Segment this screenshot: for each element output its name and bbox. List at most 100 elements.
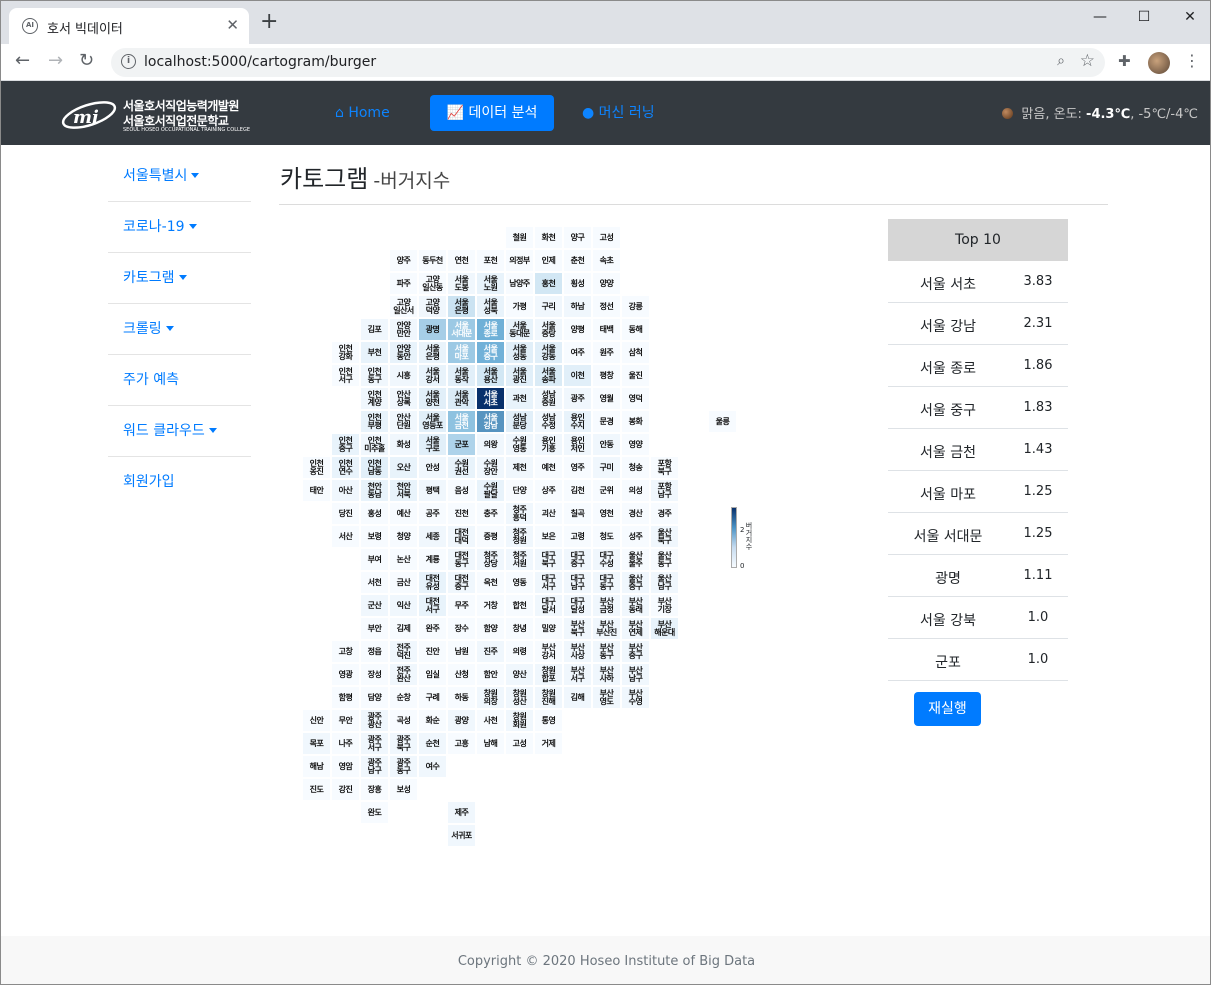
top10-region: 광명 — [935, 571, 961, 587]
cartogram-cell: 안양 동안 — [390, 342, 417, 363]
cartogram-cell: 서산 — [332, 526, 359, 547]
top10-row: 서울 중구 1.83 — [888, 387, 1068, 429]
cartogram-cell: 인천 연수 — [332, 457, 359, 478]
cartogram-cell: 대전 동구 — [448, 549, 475, 570]
new-tab-icon[interactable]: + — [260, 11, 278, 33]
browser-tab[interactable]: AI 호서 빅데이터 ✕ — [9, 8, 249, 44]
cartogram-cell: 대구 남구 — [564, 572, 591, 593]
cartogram-cell: 군포 — [448, 434, 475, 455]
sidebar-item-label: 회원가입 — [123, 474, 175, 490]
cartogram-cell: 안성 — [419, 457, 446, 478]
reload-icon[interactable]: ↻ — [79, 51, 94, 71]
cartogram-cell: 서울 구로 — [419, 434, 446, 455]
top10-value: 1.86 — [1023, 358, 1053, 373]
site-navbar: mi 서울호서직업능력개발원 서울호서직업전문학교 SEOUL HOSEO OC… — [1, 81, 1210, 145]
cartogram-cell: 대구 북구 — [535, 549, 562, 570]
cartogram-cell: 광주 북구 — [390, 733, 417, 754]
top10-value: 1.25 — [1023, 484, 1053, 499]
cartogram-cell: 대구 동구 — [593, 572, 620, 593]
cartogram-cell: 진도 — [303, 779, 330, 800]
back-icon[interactable]: ← — [15, 51, 30, 71]
close-tab-icon[interactable]: ✕ — [226, 16, 239, 34]
maximize-icon[interactable]: ☐ — [1121, 7, 1167, 27]
close-window-icon[interactable]: ✕ — [1167, 7, 1210, 27]
sidebar-item-corona[interactable]: 코로나-19 — [108, 202, 251, 253]
cartogram-cell: 서울 강남 — [477, 411, 504, 432]
svg-text:mi: mi — [73, 107, 99, 128]
tab-title: 호서 빅데이터 — [47, 22, 123, 37]
zoom-icon[interactable]: ⌕ — [1057, 53, 1065, 69]
cartogram-cell: 울산 중구 — [622, 572, 649, 593]
cartogram-cell: 대구 달서 — [535, 595, 562, 616]
cartogram-cell: 서울 동작 — [448, 365, 475, 386]
minimize-icon[interactable]: — — [1077, 7, 1123, 27]
cartogram-cell: 신안 — [303, 710, 330, 731]
cartogram-cell: 광주 동구 — [390, 756, 417, 777]
cartogram-cell: 영월 — [593, 388, 620, 409]
cartogram-cell: 통영 — [535, 710, 562, 731]
cartogram-cell: 밀양 — [535, 618, 562, 639]
cartogram-cell: 곡성 — [390, 710, 417, 731]
page-title: 카토그램 -버거지수 — [280, 159, 450, 194]
cartogram-cell: 창원 합포 — [535, 664, 562, 685]
bookmark-star-icon[interactable]: ☆ — [1080, 51, 1095, 71]
url-text[interactable]: localhost:5000/cartogram/burger — [144, 54, 376, 70]
cartogram-cell: 당진 — [332, 503, 359, 524]
sidebar-item-stock-prediction[interactable]: 주가 예측 — [108, 355, 251, 406]
profile-avatar[interactable] — [1148, 52, 1170, 74]
cartogram-cell: 순창 — [390, 687, 417, 708]
cartogram-cell: 장흥 — [361, 779, 388, 800]
cartogram-cell: 인천 미추홀 — [361, 434, 388, 455]
site-info-icon[interactable]: i — [121, 54, 136, 69]
cartogram-cell: 담양 — [361, 687, 388, 708]
cartogram-cell: 양양 — [593, 273, 620, 294]
cartogram-cell: 김제 — [390, 618, 417, 639]
cartogram-cell: 대구 수성 — [593, 549, 620, 570]
tab-strip: AI 호서 빅데이터 ✕ + — ☐ ✕ — [1, 1, 1210, 44]
cartogram-cell: 장성 — [361, 664, 388, 685]
cartogram-cell: 홍성 — [361, 503, 388, 524]
nav-home-link[interactable]: ⌂ Home — [335, 95, 390, 131]
cartogram-cell: 안산 단원 — [390, 411, 417, 432]
sidebar-item-signup[interactable]: 회원가입 — [108, 457, 251, 508]
browser-menu-icon[interactable]: ⋮ — [1184, 51, 1200, 70]
cartogram-cell: 제주 — [448, 802, 475, 823]
sidebar-item-seoul[interactable]: 서울특별시 — [108, 151, 251, 202]
cartogram-cell: 대전 서구 — [419, 595, 446, 616]
nav-machine-learning-link[interactable]: ● 머신 러닝 — [582, 95, 655, 131]
cartogram-cell: 울산 북구 — [651, 526, 678, 547]
cartogram-cell: 울산 남구 — [651, 572, 678, 593]
cartogram-cell: 시흥 — [390, 365, 417, 386]
site-logo[interactable]: mi 서울호서직업능력개발원 서울호서직업전문학교 SEOUL HOSEO OC… — [59, 91, 250, 135]
cartogram-cell: 의왕 — [477, 434, 504, 455]
cartogram-cell: 서울 은평 — [448, 296, 475, 317]
cartogram-cell: 강릉 — [622, 296, 649, 317]
top10-region: 서울 서초 — [920, 277, 976, 293]
extensions-icon[interactable]: ✚ — [1118, 52, 1131, 70]
cartogram-cell: 무주 — [448, 595, 475, 616]
nav-data-analysis-button[interactable]: 📈 데이터 분석 — [430, 95, 554, 131]
cartogram-cell: 강진 — [332, 779, 359, 800]
cartogram-cell: 대구 서구 — [535, 572, 562, 593]
cartogram-cell: 서귀포 — [448, 825, 475, 846]
cartogram-cell: 부산 북구 — [564, 618, 591, 639]
sidebar-item-crawling[interactable]: 크롤링 — [108, 304, 251, 355]
cartogram-cell: 파주 — [390, 273, 417, 294]
cartogram-cell: 고성 — [593, 227, 620, 248]
sidebar-item-cartogram[interactable]: 카토그램 — [108, 253, 251, 304]
sidebar-item-word-cloud[interactable]: 워드 클라우드 — [108, 406, 251, 457]
cartogram-cell: 광주 광산 — [361, 710, 388, 731]
chart-line-icon: 📈 — [446, 105, 465, 121]
cartogram-cell: 구례 — [419, 687, 446, 708]
forward-icon[interactable]: → — [48, 51, 63, 71]
cartogram-cell: 서울 중랑 — [535, 319, 562, 340]
cartogram-cell: 부산 금정 — [593, 595, 620, 616]
cartogram-cell: 서울 마포 — [448, 342, 475, 363]
cartogram-cell: 원주 — [593, 342, 620, 363]
caret-down-icon — [178, 275, 187, 280]
rerun-button[interactable]: 재실행 — [914, 692, 981, 726]
url-field[interactable]: i localhost:5000/cartogram/burger ⌕ ☆ — [111, 48, 1105, 77]
top10-value: 1.0 — [1027, 652, 1049, 667]
cartogram-cell: 청도 — [593, 526, 620, 547]
cartogram-cell: 의성 — [622, 480, 649, 501]
